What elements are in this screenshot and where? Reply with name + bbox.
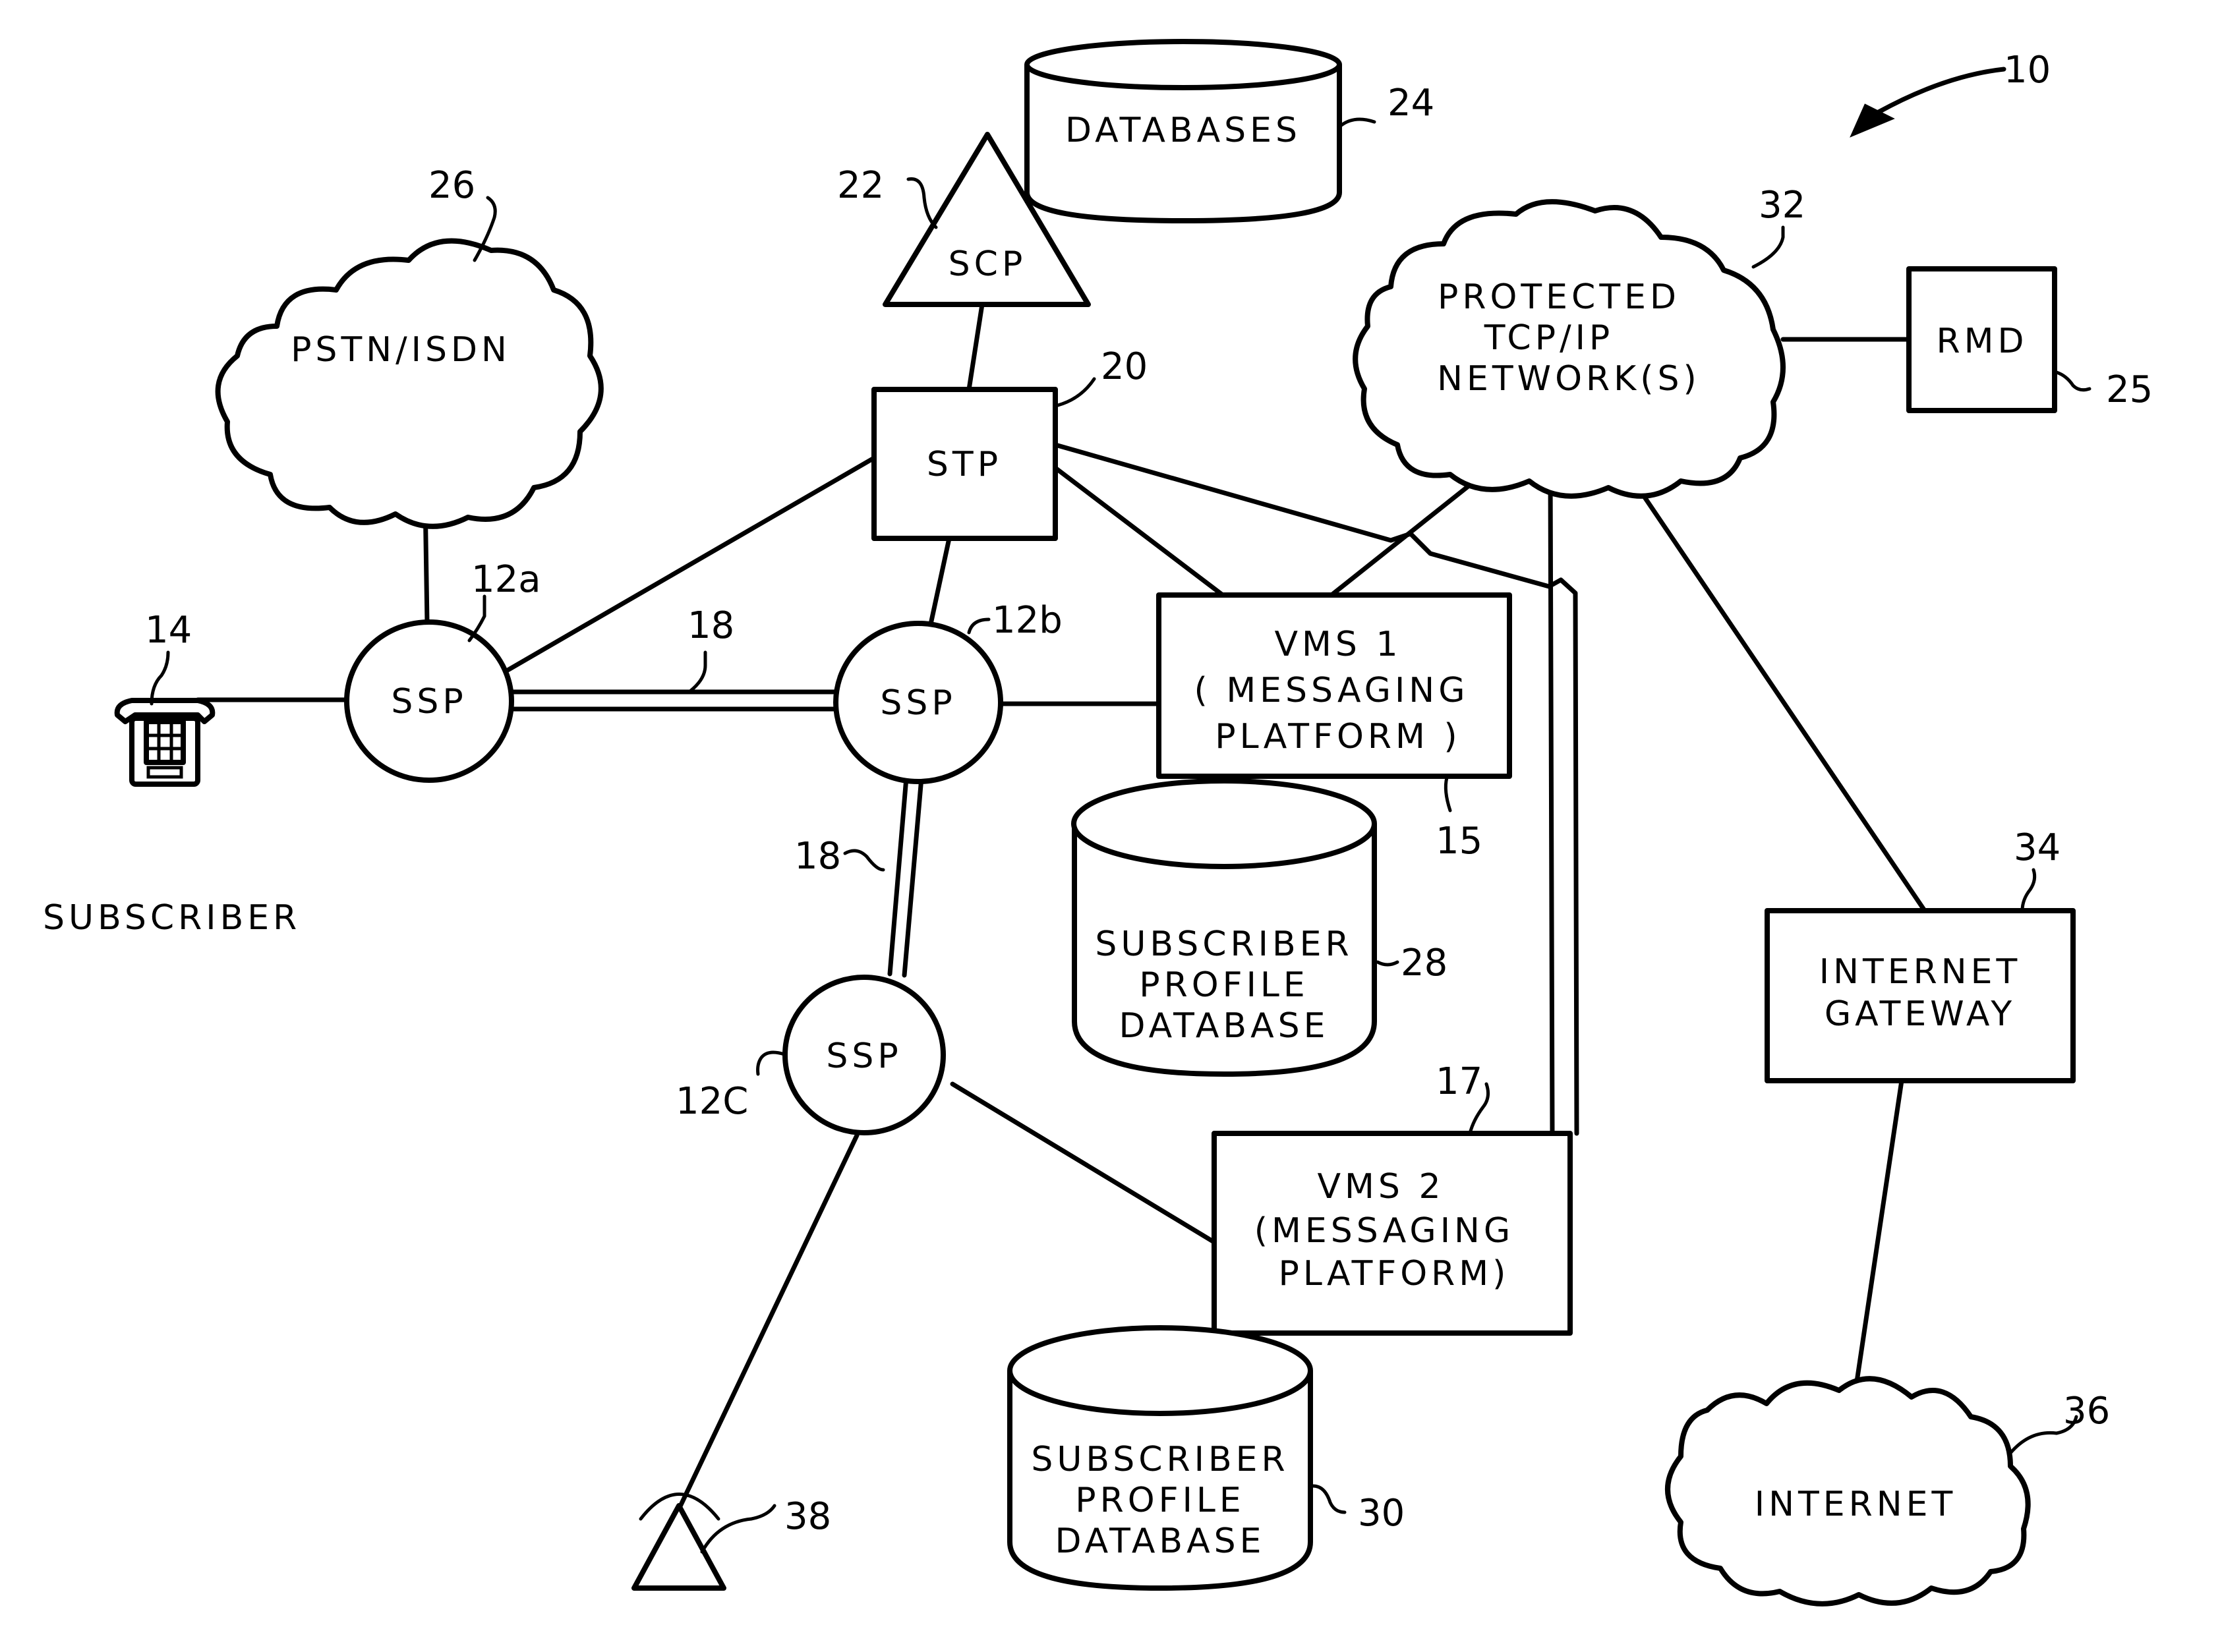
subscriber-label: SUBSCRIBER (43, 898, 301, 938)
ssp-12b-label: SSP (880, 683, 956, 723)
link-tcpip-vms2 (1548, 465, 1555, 1136)
databases-cylinder: DATABASES (1024, 39, 1342, 223)
antenna-ref: 38 (784, 1495, 831, 1538)
trunk-bc-ref: 18 (794, 835, 841, 878)
vms1-line-1: VMS 1 (1274, 625, 1401, 664)
databases-ref: 24 (1388, 82, 1434, 125)
gateway-line-2: GATEWAY (1825, 994, 2016, 1034)
tcpip-leader (1751, 225, 1785, 269)
phone-leader (150, 650, 170, 706)
link-ssp-c-vms2 (950, 1081, 1217, 1245)
vms2-ref: 17 (1436, 1060, 1482, 1103)
vms2-line-1: VMS 2 (1317, 1167, 1444, 1207)
spdb28-ref: 28 (1401, 942, 1447, 984)
gateway-ref: 34 (2014, 826, 2061, 869)
vms2-line-2: (MESSAGING (1254, 1211, 1514, 1251)
figure-ref: 10 (2004, 49, 2051, 92)
tcpip-line-2: TCP/IP (1484, 318, 1614, 358)
rmd-ref: 25 (2106, 368, 2153, 411)
trunk-ssp-b-ssp-c-right (902, 775, 924, 978)
internet-gateway-box: INTERNET GATEWAY (1765, 908, 2076, 1083)
vms2-line-3: PLATFORM) (1279, 1254, 1510, 1294)
ssp-12b-ref: 12b (992, 599, 1063, 642)
vms1-line-2: ( MESSAGING (1194, 671, 1469, 710)
stp-label: STP (927, 445, 1002, 484)
stp-leader (1056, 377, 1096, 407)
ssp-12a-ref: 12a (471, 558, 541, 601)
spdb30-line-1: SUBSCRIBER (1031, 1440, 1289, 1479)
ssp-12b-leader (967, 617, 991, 635)
link-ssp-c-antenna (676, 1133, 860, 1512)
spdb28-line-1: SUBSCRIBER (1095, 925, 1353, 964)
trunk-ab-ref: 18 (687, 604, 734, 647)
ssp-12c-ref: 12C (676, 1080, 748, 1123)
rmd-label: RMD (1936, 322, 2028, 361)
scp-leader (906, 177, 938, 229)
spdb30-line-3: DATABASE (1055, 1522, 1265, 1561)
trunk-ssp-b-ssp-c-left (887, 775, 909, 977)
subscriber-profile-database-30: SUBSCRIBER PROFILE DATABASE (1007, 1325, 1313, 1591)
vms2-box: VMS 2 (MESSAGING PLATFORM) (1212, 1131, 1573, 1336)
gateway-line-1: INTERNET (1819, 952, 2022, 992)
subscriber-profile-database-28: SUBSCRIBER PROFILE DATABASE (1071, 778, 1377, 1077)
ssp-12c-label: SSP (826, 1037, 902, 1076)
internet-label: INTERNET (1755, 1485, 1957, 1524)
ssp-12b: SSP (833, 621, 1003, 784)
spdb28-line-3: DATABASE (1119, 1006, 1329, 1046)
telephone-icon (114, 698, 216, 787)
internet-cloud: INTERNET (1665, 1376, 2031, 1607)
databases-label: DATABASES (1065, 111, 1301, 150)
spdb28-leader (1376, 960, 1399, 967)
link-stp-ssp-b (928, 536, 952, 627)
gateway-leader (2020, 868, 2037, 913)
pstn-isdn-cloud: PSTN/ISDN (215, 238, 604, 529)
databases-leader (1339, 117, 1376, 127)
internet-ref: 36 (2063, 1390, 2110, 1433)
pstn-isdn-label: PSTN/ISDN (291, 330, 511, 370)
spdb30-line-2: PROFILE (1075, 1481, 1245, 1520)
link-gateway-internet (1853, 1078, 1904, 1393)
link-tcpip-vms1 (1329, 472, 1486, 598)
trunk-ab-leader (689, 650, 707, 693)
stp-ref: 20 (1101, 345, 1148, 388)
link-tcpip-gateway (1629, 475, 1927, 913)
network-architecture-diagram: DATABASES 24 SCP 22 STP 20 PSTN/ISDN 26 … (43, 39, 2153, 1607)
tcpip-line-3: NETWORK(S) (1437, 359, 1701, 399)
stp-box: STP (871, 387, 1058, 541)
protected-tcpip-network-cloud: PROTECTED TCP/IP NETWORK(S) (1353, 199, 1786, 499)
spdb30-leader (1311, 1484, 1347, 1514)
pstn-ref: 26 (428, 164, 475, 207)
vms1-line-3: PLATFORM ) (1215, 717, 1461, 756)
vms1-leader (1444, 776, 1452, 812)
scp-label: SCP (949, 244, 1027, 284)
tcpip-line-1: PROTECTED (1438, 277, 1680, 317)
vms1-ref: 15 (1436, 820, 1482, 863)
scp-ref: 22 (837, 164, 884, 207)
figure-ref-arrow (1850, 67, 2006, 138)
spdb30-ref: 30 (1358, 1492, 1405, 1535)
phone-ref: 14 (145, 609, 192, 652)
ssp-12c: SSP (782, 975, 946, 1135)
ssp-12a-label: SSP (391, 682, 467, 722)
spdb28-line-2: PROFILE (1139, 965, 1309, 1005)
vms1-box: VMS 1 ( MESSAGING PLATFORM ) (1156, 592, 1512, 779)
ssp-12c-leader (756, 1050, 786, 1076)
tcpip-ref: 32 (1759, 184, 1805, 227)
rmd-box: RMD (1906, 266, 2057, 413)
ssp-12a: SSP (344, 619, 514, 783)
trunk-bc-leader (843, 849, 885, 872)
rmd-leader (2055, 370, 2091, 392)
link-scp-stp (966, 302, 985, 392)
